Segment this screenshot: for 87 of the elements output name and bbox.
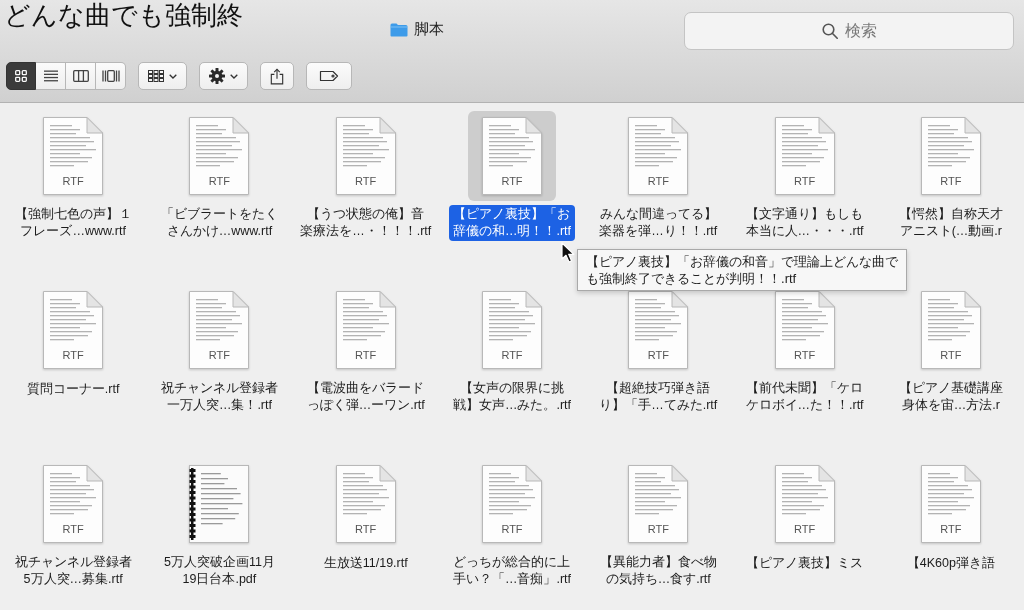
file-type-label: RTF: [793, 349, 816, 362]
caret-icon: [169, 73, 177, 79]
document-icon[interactable]: [774, 465, 835, 543]
file-type-label: RTF: [647, 349, 669, 362]
document-icon[interactable]: [189, 291, 250, 369]
grid-icon: [15, 70, 27, 82]
file-name[interactable]: 祝チャンネル登録者 一万人突…集！.rtf: [156, 379, 282, 415]
file-type-label: RTF: [793, 175, 816, 188]
document-icon[interactable]: [920, 117, 981, 195]
search-field[interactable]: 検索: [684, 12, 1014, 50]
file-type-label: RTF: [355, 349, 377, 362]
list-view-button[interactable]: [36, 62, 66, 90]
document-icon[interactable]: [628, 465, 689, 543]
document-icon[interactable]: [920, 291, 981, 369]
document-icon[interactable]: [628, 117, 689, 195]
document-icon[interactable]: [482, 117, 542, 195]
file-name[interactable]: 【異能力者】食べ物 の気持ち…食す.rtf: [595, 553, 721, 589]
file-type-label: RTF: [208, 175, 230, 188]
document-icon[interactable]: [335, 465, 396, 543]
file-type-label: RTF: [940, 349, 962, 362]
tooltip: 【ピアノ裏技】「お辞儀の和音」で理論上どんな曲で も強制終了できることが判明！！.rtf: [577, 249, 908, 291]
gallery-icon: [101, 70, 120, 82]
file-type-label: RTF: [501, 523, 523, 536]
file-name[interactable]: 【ピアノ裏技】「お 辞儀の和…明！！.rtf: [448, 205, 576, 241]
document-icon[interactable]: [482, 465, 542, 543]
background-window-text: どんな曲でも強制終: [4, 0, 243, 30]
cursor-icon: [561, 242, 576, 263]
gear-icon: [209, 68, 225, 84]
file-type-label: RTF: [355, 523, 377, 536]
file-type-label: RTF: [793, 523, 816, 536]
file-type-label: RTF: [62, 349, 84, 362]
document-icon[interactable]: [43, 117, 104, 195]
file-name[interactable]: 【4K60p弾き語: [902, 554, 999, 573]
file-type-label: RTF: [355, 175, 377, 188]
file-type-label: RTF: [208, 349, 230, 362]
document-icon[interactable]: [43, 291, 104, 369]
file-name[interactable]: どっちが総合的に上 手い？「…音痴」.rtf: [448, 553, 576, 589]
share-button[interactable]: [260, 62, 294, 90]
document-icon[interactable]: [189, 117, 250, 195]
file-name[interactable]: 5万人突破企画11月 19日台本.pdf: [159, 553, 279, 589]
file-name[interactable]: 「ビブラートをたく さんかけ…www.rtf: [156, 205, 282, 241]
document-icon[interactable]: [920, 465, 981, 543]
list-icon: [43, 70, 58, 82]
icon-view-button[interactable]: [6, 62, 36, 90]
tag-icon: [319, 70, 339, 82]
action-button[interactable]: [199, 62, 248, 90]
document-icon[interactable]: [628, 291, 689, 369]
file-type-label: RTF: [647, 175, 669, 188]
file-name[interactable]: 【女声の限界に挑 戦】女声…みた。.rtf: [448, 379, 576, 415]
file-name[interactable]: 【愕然】自称天才 アニスト(…動画.r: [894, 205, 1007, 241]
file-name[interactable]: 【超絶技巧弾き語 り】「手…てみた.rtf: [595, 379, 722, 415]
file-name[interactable]: 生放送11/19.rtf: [319, 554, 412, 573]
document-icon[interactable]: [43, 465, 104, 543]
search-icon: [822, 23, 838, 39]
document-icon[interactable]: [335, 291, 396, 369]
file-name[interactable]: 【うつ状態の俺】音 楽療法を…・！！！.rtf: [296, 205, 436, 241]
document-icon[interactable]: [774, 117, 835, 195]
file-name[interactable]: 【電波曲をバラード っぽく弾…ーワン.rtf: [302, 379, 429, 415]
file-name[interactable]: 質問コーナー.rtf: [22, 380, 124, 399]
columns-icon: [72, 70, 89, 82]
file-type-label: RTF: [940, 523, 962, 536]
file-type-label: RTF: [501, 175, 523, 188]
file-type-label: RTF: [62, 175, 84, 188]
spiral-document-icon[interactable]: [189, 465, 250, 543]
folder-icon: [390, 22, 408, 37]
tag-button[interactable]: [306, 62, 352, 90]
caret-icon: [230, 73, 238, 79]
file-type-label: RTF: [62, 523, 84, 536]
file-name[interactable]: みんな間違ってる】 楽器を弾…り！！.rtf: [595, 205, 722, 241]
grid-icon: [148, 70, 164, 82]
file-name[interactable]: 祝チャンネル登録者 5万人突…募集.rtf: [10, 553, 136, 589]
document-icon[interactable]: [774, 291, 835, 369]
column-view-button[interactable]: [66, 62, 96, 90]
file-name[interactable]: 【文字通り】もしも 本当に人…・・・.rtf: [741, 205, 868, 241]
file-name[interactable]: 【ピアノ基礎講座 身体を宙…方法.r: [894, 379, 1007, 415]
gallery-view-button[interactable]: [96, 62, 126, 90]
window-title: 脚本: [414, 20, 444, 39]
file-name[interactable]: 【ピアノ裏技】ミス: [742, 554, 868, 573]
share-icon: [270, 67, 284, 85]
document-icon[interactable]: [335, 117, 396, 195]
file-type-label: RTF: [647, 523, 669, 536]
file-name[interactable]: 【前代未聞】「ケロ ケロボイ…た！！.rtf: [741, 379, 868, 415]
document-icon[interactable]: [482, 291, 542, 369]
arrange-button[interactable]: [138, 62, 187, 90]
file-type-label: RTF: [501, 349, 523, 362]
file-type-label: RTF: [940, 175, 962, 188]
file-name[interactable]: 【強制七色の声】１ フレーズ…www.rtf: [10, 205, 136, 241]
